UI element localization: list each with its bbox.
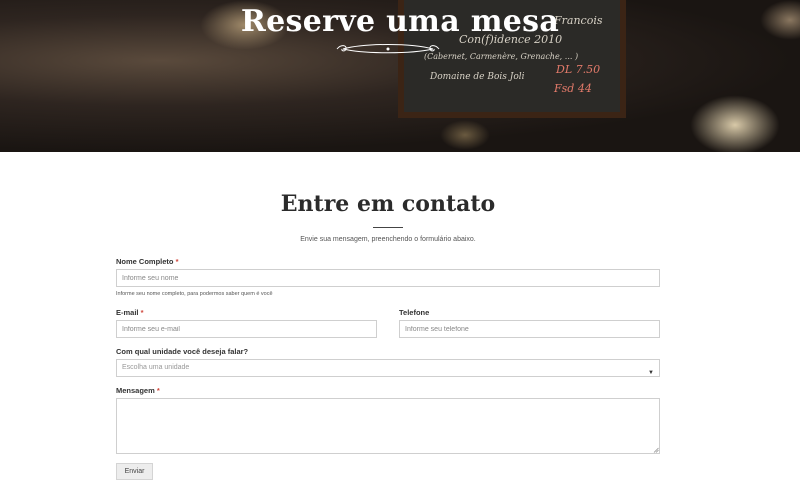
message-label: Mensagem *: [116, 386, 160, 395]
message-textarea[interactable]: [116, 398, 660, 454]
phone-input[interactable]: [399, 320, 660, 338]
phone-label: Telefone: [399, 308, 430, 317]
lamp-glow: [440, 120, 490, 150]
flourish-ornament-icon: [336, 44, 440, 54]
board-text: Domaine de Bois Joli: [430, 72, 525, 82]
submit-button[interactable]: Enviar: [116, 463, 153, 480]
name-label: Nome Completo *: [116, 257, 179, 266]
email-input[interactable]: [116, 320, 377, 338]
contact-title: Entre em contato: [280, 191, 496, 217]
hero-banner: Francois Con(f)idence 2010 (Cabernet, Ca…: [0, 0, 800, 152]
required-marker: *: [140, 308, 144, 317]
hero-title: Reserve uma mesa: [240, 4, 560, 39]
unit-label: Com qual unidade você deseja falar?: [116, 347, 249, 356]
board-price: DL 7.50: [556, 63, 601, 76]
message-label-text: Mensagem: [116, 386, 155, 395]
name-input[interactable]: [116, 269, 660, 287]
board-price: Fsd 44: [554, 82, 592, 95]
contact-subtitle: Envie sua mensagem, preenchendo o formul…: [300, 236, 476, 243]
email-label: E-mail *: [116, 308, 144, 317]
board-text: (Cabernet, Carmenère, Grenache, ... ): [424, 52, 579, 61]
required-marker: *: [175, 257, 179, 266]
name-label-text: Nome Completo: [116, 257, 174, 266]
message-wrapper: [116, 398, 660, 454]
email-label-text: E-mail: [116, 308, 139, 317]
unit-select-value: Escolha uma unidade: [122, 364, 190, 371]
name-hint: Informe seu nome completo, para podermos…: [116, 291, 273, 297]
title-divider: [373, 227, 403, 228]
unit-select[interactable]: Escolha uma unidade ▼: [116, 359, 660, 377]
resize-grip-icon[interactable]: [653, 447, 659, 453]
required-marker: *: [156, 386, 160, 395]
lamp-glow: [690, 95, 780, 152]
caret-down-icon: ▼: [648, 370, 654, 376]
